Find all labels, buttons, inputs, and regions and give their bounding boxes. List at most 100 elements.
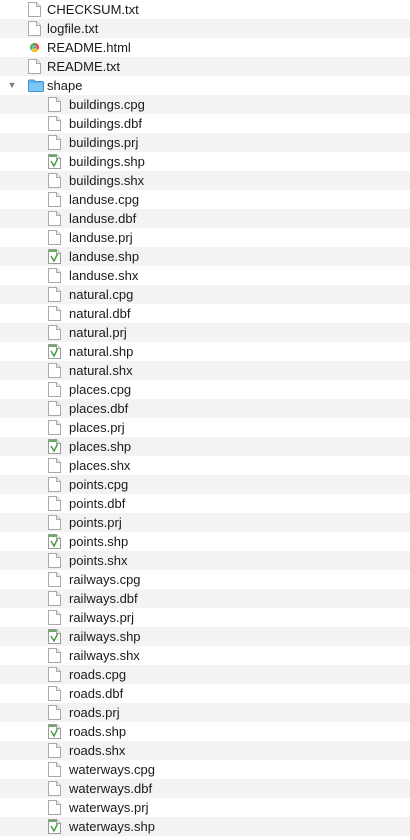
file-name: railways.shx	[69, 648, 140, 663]
file-row[interactable]: points.cpg	[0, 475, 410, 494]
blank-document-icon	[48, 287, 61, 302]
file-row[interactable]: buildings.shx	[0, 171, 410, 190]
blank-document-icon	[48, 401, 61, 416]
blank-document-icon	[48, 173, 61, 188]
blank-document-icon	[48, 97, 61, 112]
file-row[interactable]: roads.cpg	[0, 665, 410, 684]
file-name: waterways.shp	[69, 819, 155, 834]
file-name: README.txt	[47, 59, 120, 74]
file-name: natural.prj	[69, 325, 127, 340]
file-row[interactable]: roads.dbf	[0, 684, 410, 703]
file-name: points.shx	[69, 553, 128, 568]
file-row[interactable]: natural.cpg	[0, 285, 410, 304]
file-name: landuse.prj	[69, 230, 133, 245]
file-name: points.prj	[69, 515, 122, 530]
file-row[interactable]: README.html	[0, 38, 410, 57]
blank-document-icon	[28, 21, 41, 36]
shapefile-document-icon	[48, 534, 61, 549]
shapefile-document-icon	[48, 724, 61, 739]
file-name: natural.shx	[69, 363, 133, 378]
file-row[interactable]: waterways.dbf	[0, 779, 410, 798]
file-name: landuse.shx	[69, 268, 139, 283]
file-row[interactable]: railways.dbf	[0, 589, 410, 608]
file-row[interactable]: points.shp	[0, 532, 410, 551]
shapefile-document-icon	[48, 629, 61, 644]
file-row[interactable]: railways.shx	[0, 646, 410, 665]
file-row[interactable]: places.shx	[0, 456, 410, 475]
file-name: natural.dbf	[69, 306, 131, 321]
folder-row[interactable]: ▼ shape	[0, 76, 410, 95]
file-row[interactable]: waterways.cpg	[0, 760, 410, 779]
file-row[interactable]: roads.prj	[0, 703, 410, 722]
file-row[interactable]: roads.shp	[0, 722, 410, 741]
file-row[interactable]: points.shx	[0, 551, 410, 570]
shapefile-document-icon	[48, 819, 61, 834]
shapefile-document-icon	[48, 154, 61, 169]
file-row[interactable]: places.dbf	[0, 399, 410, 418]
file-row[interactable]: logfile.txt	[0, 19, 410, 38]
file-row[interactable]: railways.shp	[0, 627, 410, 646]
blank-document-icon	[48, 306, 61, 321]
blank-document-icon	[48, 363, 61, 378]
disclosure-triangle-expanded-icon[interactable]: ▼	[6, 76, 18, 95]
file-row[interactable]: natural.prj	[0, 323, 410, 342]
file-name: points.shp	[69, 534, 129, 549]
blank-document-icon	[48, 648, 61, 663]
file-name: points.dbf	[69, 496, 126, 511]
file-row[interactable]: natural.shx	[0, 361, 410, 380]
file-row[interactable]: places.prj	[0, 418, 410, 437]
blank-document-icon	[48, 762, 61, 777]
file-row[interactable]: railways.prj	[0, 608, 410, 627]
file-list: CHECKSUM.txt logfile.txt README.html README…	[0, 0, 410, 840]
blank-document-icon	[28, 59, 41, 74]
file-row[interactable]: landuse.shx	[0, 266, 410, 285]
blank-document-icon	[48, 800, 61, 815]
file-row[interactable]: points.prj	[0, 513, 410, 532]
file-row[interactable]: buildings.prj	[0, 133, 410, 152]
file-row[interactable]: landuse.dbf	[0, 209, 410, 228]
file-row[interactable]: natural.dbf	[0, 304, 410, 323]
file-row[interactable]: places.shp	[0, 437, 410, 456]
blank-document-icon	[48, 192, 61, 207]
blank-document-icon	[48, 686, 61, 701]
file-name: railways.dbf	[69, 591, 138, 606]
blank-document-icon	[48, 135, 61, 150]
file-name: places.prj	[69, 420, 125, 435]
shapefile-document-icon	[48, 439, 61, 454]
file-row[interactable]: CHECKSUM.txt	[0, 0, 410, 19]
file-row[interactable]: landuse.prj	[0, 228, 410, 247]
blank-document-icon	[48, 458, 61, 473]
file-row[interactable]: landuse.shp	[0, 247, 410, 266]
file-name: landuse.cpg	[69, 192, 140, 207]
file-row[interactable]: waterways.prj	[0, 798, 410, 817]
file-row[interactable]: places.cpg	[0, 380, 410, 399]
file-row[interactable]: roads.shx	[0, 741, 410, 760]
file-row[interactable]: natural.shp	[0, 342, 410, 361]
file-row[interactable]: buildings.shp	[0, 152, 410, 171]
file-row[interactable]: landuse.cpg	[0, 190, 410, 209]
file-name: railways.prj	[69, 610, 135, 625]
file-row[interactable]: waterways.shp	[0, 817, 410, 836]
file-row[interactable]: buildings.dbf	[0, 114, 410, 133]
file-name: railways.shp	[69, 629, 141, 644]
blank-document-icon	[48, 610, 61, 625]
file-name: README.html	[47, 40, 131, 55]
file-name: waterways.cpg	[69, 762, 155, 777]
folder-name: shape	[47, 78, 83, 93]
blank-document-icon	[48, 268, 61, 283]
file-name: buildings.shp	[69, 154, 145, 169]
blank-document-icon	[28, 2, 41, 17]
blank-document-icon	[48, 515, 61, 530]
blank-document-icon	[48, 211, 61, 226]
blank-document-icon	[48, 572, 61, 587]
file-name: roads.shp	[69, 724, 127, 739]
blank-document-icon	[48, 705, 61, 720]
file-row[interactable]: README.txt	[0, 57, 410, 76]
file-row[interactable]: buildings.cpg	[0, 95, 410, 114]
file-name: roads.dbf	[69, 686, 124, 701]
blank-document-icon	[48, 116, 61, 131]
file-row[interactable]: points.dbf	[0, 494, 410, 513]
file-name: places.shx	[69, 458, 131, 473]
file-row[interactable]: railways.cpg	[0, 570, 410, 589]
blank-document-icon	[48, 743, 61, 758]
